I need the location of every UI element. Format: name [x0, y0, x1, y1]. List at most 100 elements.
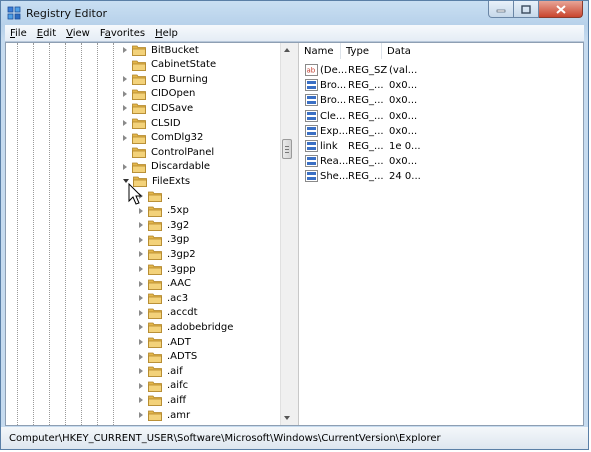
folder-icon: [148, 249, 162, 261]
menu-edit[interactable]: Edit: [32, 28, 61, 39]
value-type: REG_...: [348, 141, 384, 152]
value-row[interactable]: Rea... REG_... 0x0...: [299, 154, 583, 169]
tree-node[interactable]: .amr: [139, 408, 190, 422]
expand-arrow-icon[interactable]: [139, 382, 143, 389]
registry-tree[interactable]: BitBucket CabinetState CD Burning CIDOpen CI…: [6, 43, 295, 425]
tree-node[interactable]: CIDOpen: [123, 87, 195, 101]
folder-icon: [148, 322, 162, 334]
column-header-data[interactable]: Data: [382, 43, 583, 59]
menu-file[interactable]: File: [5, 28, 32, 39]
tree-node[interactable]: Discardable: [123, 160, 210, 174]
value-data: 0x0...: [389, 95, 418, 107]
binary-value-icon: [305, 140, 318, 152]
menu-help[interactable]: Help: [150, 28, 183, 39]
tree-node[interactable]: .3gpp: [139, 262, 196, 276]
tree-node[interactable]: ControlPanel: [123, 145, 214, 159]
expand-arrow-icon[interactable]: [139, 324, 143, 331]
tree-node[interactable]: .ac3: [139, 291, 188, 305]
tree-node[interactable]: .accdt: [139, 306, 198, 320]
value-type: REG_...: [348, 80, 384, 92]
binary-value-icon: [305, 79, 318, 92]
folder-icon: [148, 264, 162, 275]
tree-node[interactable]: .3gp: [139, 233, 189, 247]
tree-node[interactable]: .ADT: [139, 335, 191, 349]
expand-arrow-icon[interactable]: [123, 120, 127, 126]
expand-arrow-icon[interactable]: [139, 353, 143, 360]
tree-node[interactable]: CLSID: [123, 116, 181, 130]
minimize-button[interactable]: [488, 1, 514, 18]
menu-favorites[interactable]: Favorites: [95, 28, 150, 39]
grip-line: [285, 152, 289, 153]
folder-icon: [148, 293, 162, 305]
expand-arrow-icon[interactable]: [139, 207, 143, 214]
expand-arrow-icon[interactable]: [139, 236, 143, 243]
tree-node[interactable]: BitBucket: [123, 43, 199, 57]
value-row[interactable]: Bro... REG_... 0x0...: [299, 78, 583, 93]
tree-node[interactable]: .AAC: [139, 277, 191, 291]
tree-node[interactable]: ComDlg32: [123, 131, 203, 145]
expand-arrow-icon[interactable]: [139, 412, 143, 418]
value-data: 0x0...: [389, 125, 418, 137]
menu-view[interactable]: View: [61, 28, 95, 39]
tree-node[interactable]: CD Burning: [123, 72, 208, 86]
expand-arrow-icon[interactable]: [139, 251, 143, 258]
folder-icon: [132, 89, 146, 100]
value-data: 24 0...: [389, 171, 421, 183]
folder-icon: [132, 60, 146, 71]
values-list[interactable]: Name Type Data ab (De... REG_SZ (val... Bro.…: [299, 43, 583, 425]
title-bar[interactable]: Registry Editor: [1, 1, 588, 25]
tree-scrollbar[interactable]: [280, 43, 294, 425]
tree-node[interactable]: .aifc: [139, 379, 188, 393]
expand-arrow-icon[interactable]: [123, 163, 127, 170]
expand-arrow-icon[interactable]: [139, 309, 143, 316]
expand-arrow-icon[interactable]: [123, 47, 127, 53]
scroll-down-icon[interactable]: [284, 416, 290, 420]
expand-arrow-icon[interactable]: [139, 280, 143, 287]
value-name: Cle...: [320, 110, 346, 122]
value-row[interactable]: Cle... REG_... 0x0...: [299, 109, 583, 124]
close-icon: [555, 4, 566, 14]
expand-arrow-icon[interactable]: [123, 105, 127, 112]
folder-icon: [132, 147, 146, 159]
expand-arrow-icon[interactable]: [139, 397, 143, 404]
value-row[interactable]: ab (De... REG_SZ (val...: [299, 63, 583, 78]
folder-icon: [148, 191, 162, 202]
expand-arrow-icon[interactable]: [139, 295, 143, 302]
tree-node[interactable]: .aiff: [139, 393, 186, 407]
tree-node[interactable]: .adobebridge: [139, 320, 233, 334]
tree-node-label: .aifc: [167, 380, 189, 392]
tree-node-label: CIDOpen: [151, 88, 196, 100]
value-row[interactable]: Exp... REG_... 0x0...: [299, 124, 583, 139]
scroll-thumb[interactable]: [282, 139, 292, 159]
value-name: Bro...: [320, 95, 347, 107]
value-row[interactable]: Bro... REG_... 0x0...: [299, 93, 583, 108]
value-row[interactable]: link REG_... 1e 0...: [299, 139, 583, 154]
tree-node-label: .adobebridge: [167, 321, 234, 333]
tree-node[interactable]: .3g2: [139, 218, 189, 232]
expand-arrow-icon[interactable]: [139, 339, 143, 345]
status-path: Computer\HKEY_CURRENT_USER\Software\Micr…: [9, 432, 441, 444]
tree-node[interactable]: .aif: [139, 364, 183, 378]
tree-node[interactable]: .5xp: [139, 204, 189, 218]
tree-node[interactable]: CIDSave: [123, 101, 193, 115]
maximize-button[interactable]: [514, 1, 539, 18]
tree-node[interactable]: .ADTS: [139, 350, 197, 364]
expand-arrow-icon[interactable]: [139, 222, 143, 229]
tree-node[interactable]: .3gp2: [139, 247, 196, 261]
close-button[interactable]: [539, 1, 583, 18]
tree-node-label: CLSID: [151, 117, 181, 129]
expand-arrow-icon[interactable]: [123, 90, 127, 97]
value-type: REG_...: [348, 95, 384, 107]
value-row[interactable]: She... REG_... 24 0...: [299, 169, 583, 184]
folder-icon: [148, 279, 162, 290]
expand-arrow-icon[interactable]: [123, 134, 127, 141]
expand-arrow-icon[interactable]: [139, 266, 143, 272]
column-header-name[interactable]: Name: [299, 43, 341, 59]
expand-arrow-icon[interactable]: [139, 368, 143, 375]
tree-node[interactable]: CabinetState: [123, 58, 216, 72]
expand-arrow-icon[interactable]: [123, 76, 127, 83]
column-header-type[interactable]: Type: [341, 43, 382, 59]
tree-node-label: .5xp: [167, 205, 189, 217]
scroll-up-icon[interactable]: [284, 48, 290, 52]
tree-node-label: .accdt: [167, 307, 198, 319]
